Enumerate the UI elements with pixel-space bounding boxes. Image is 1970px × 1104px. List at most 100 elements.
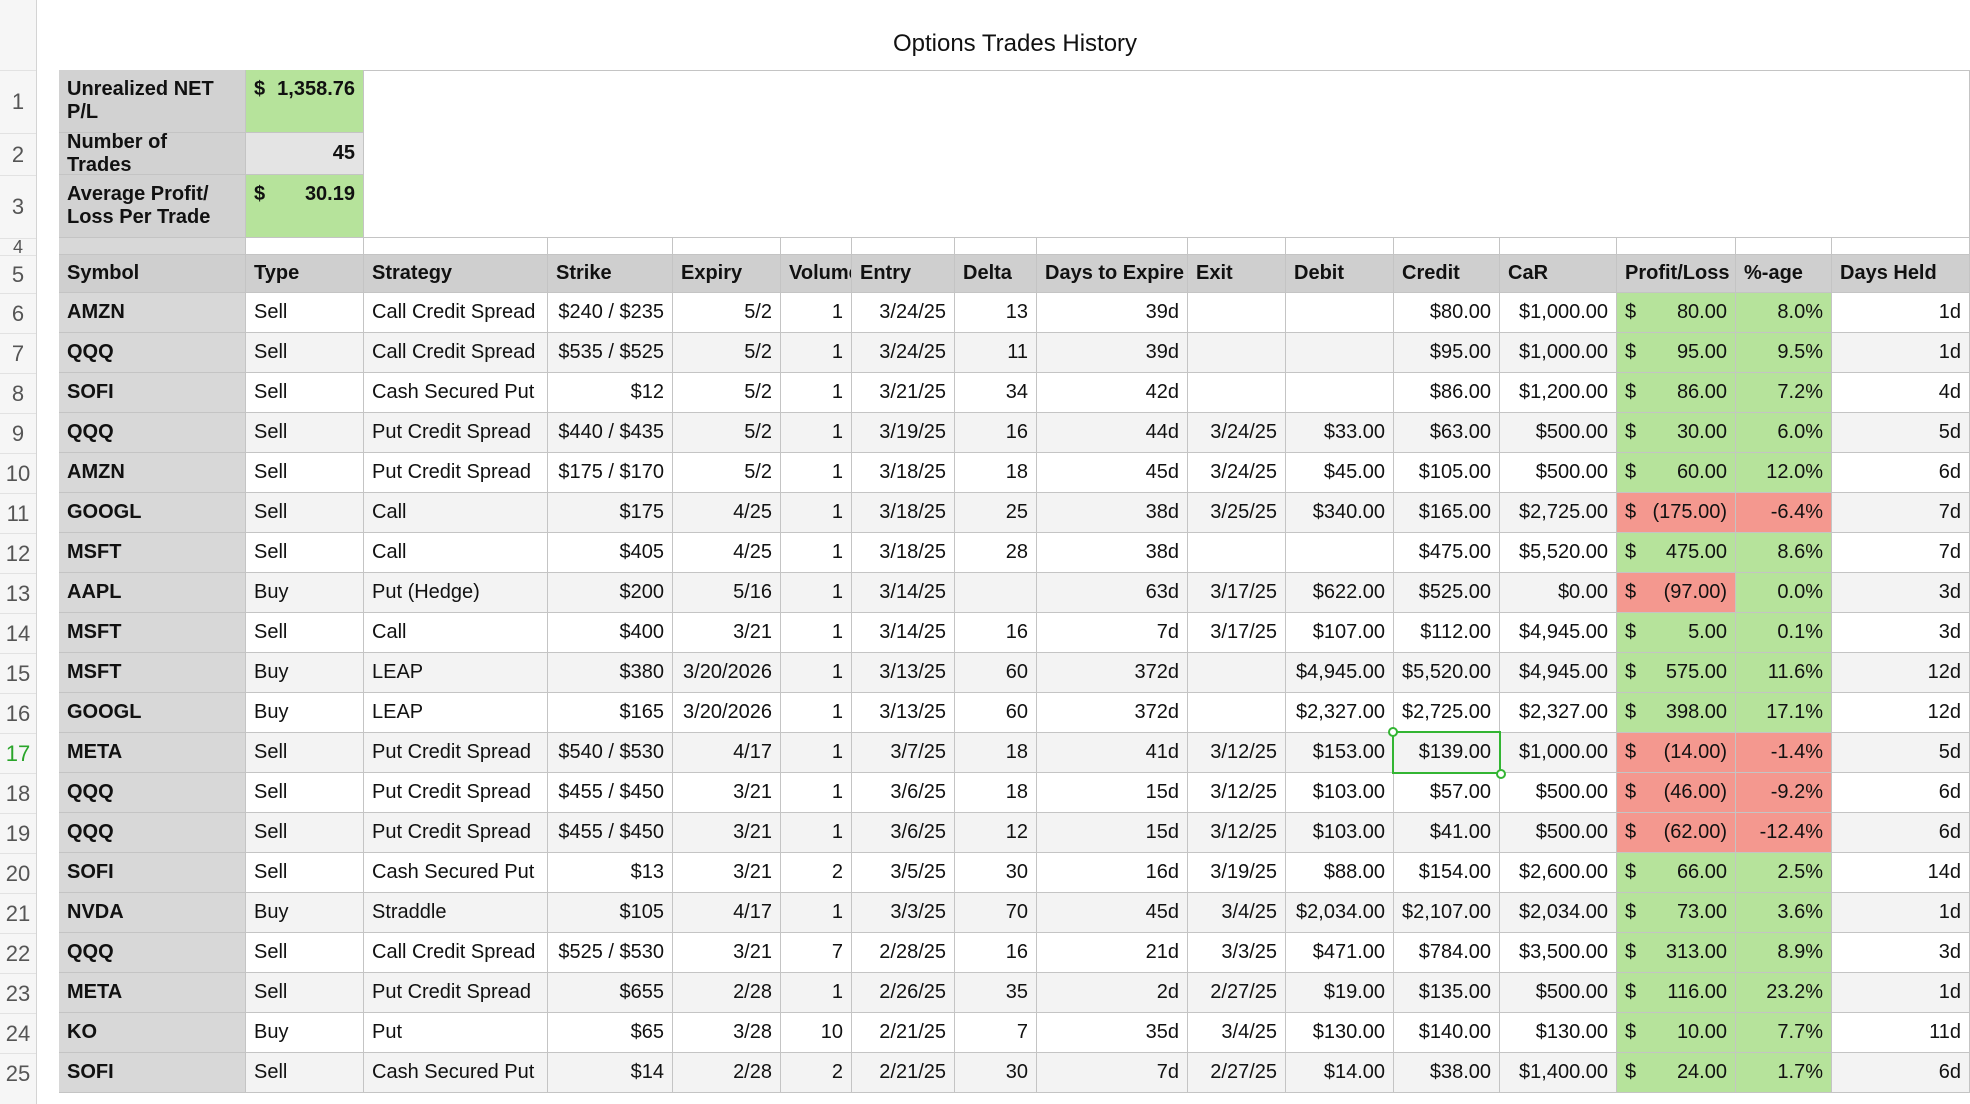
table-cell[interactable]: $4,945.00: [1500, 613, 1617, 653]
summary-label[interactable]: Number of Trades: [59, 133, 246, 175]
table-cell[interactable]: [1188, 333, 1286, 373]
table-cell[interactable]: 372d: [1037, 693, 1188, 733]
symbol-cell[interactable]: MSFT: [59, 533, 246, 573]
symbol-cell[interactable]: AAPL: [59, 573, 246, 613]
table-cell[interactable]: $88.00: [1286, 853, 1394, 893]
table-cell[interactable]: 4/25: [673, 493, 781, 533]
table-cell[interactable]: $45.00: [1286, 453, 1394, 493]
table-cell[interactable]: 2/21/25: [852, 1013, 955, 1053]
table-cell[interactable]: $63.00: [1394, 413, 1500, 453]
table-cell[interactable]: $19.00: [1286, 973, 1394, 1013]
summary-value[interactable]: $30.19: [246, 175, 364, 238]
table-cell[interactable]: Put (Hedge): [364, 573, 548, 613]
spacer-cell[interactable]: [1394, 238, 1500, 255]
table-cell[interactable]: 6d: [1832, 813, 1970, 853]
table-cell[interactable]: 1: [781, 773, 852, 813]
table-cell[interactable]: 6d: [1832, 1053, 1970, 1093]
table-cell[interactable]: Call Credit Spread: [364, 933, 548, 973]
table-cell[interactable]: 3/24/25: [1188, 413, 1286, 453]
row-number[interactable]: 21: [0, 893, 36, 933]
table-cell[interactable]: Sell: [246, 973, 364, 1013]
table-cell[interactable]: 60: [955, 653, 1037, 693]
table-cell[interactable]: Call: [364, 533, 548, 573]
table-cell[interactable]: 7: [781, 933, 852, 973]
percentage-cell[interactable]: 7.7%: [1736, 1013, 1832, 1053]
table-cell[interactable]: 21d: [1037, 933, 1188, 973]
table-cell[interactable]: 30: [955, 1053, 1037, 1093]
table-cell[interactable]: 30: [955, 853, 1037, 893]
table-cell[interactable]: $165.00: [1394, 493, 1500, 533]
row-number[interactable]: 17: [0, 733, 36, 773]
column-header[interactable]: CaR: [1500, 255, 1617, 293]
row-number[interactable]: 23: [0, 973, 36, 1013]
symbol-cell[interactable]: META: [59, 973, 246, 1013]
table-cell[interactable]: 3/18/25: [852, 453, 955, 493]
table-cell[interactable]: $1,400.00: [1500, 1053, 1617, 1093]
symbol-cell[interactable]: MSFT: [59, 653, 246, 693]
table-cell[interactable]: 1: [781, 533, 852, 573]
table-cell[interactable]: 16: [955, 933, 1037, 973]
symbol-cell[interactable]: SOFI: [59, 373, 246, 413]
table-cell[interactable]: 4/25: [673, 533, 781, 573]
profit-loss-cell[interactable]: $ (14.00): [1617, 733, 1736, 773]
table-cell[interactable]: [1188, 373, 1286, 413]
table-cell[interactable]: $400: [548, 613, 673, 653]
table-cell[interactable]: 3/21/25: [852, 373, 955, 413]
table-cell[interactable]: Buy: [246, 1013, 364, 1053]
table-cell[interactable]: 1: [781, 973, 852, 1013]
table-cell[interactable]: 1d: [1832, 893, 1970, 933]
table-cell[interactable]: $540 / $530: [548, 733, 673, 773]
table-cell[interactable]: 3/21: [673, 933, 781, 973]
percentage-cell[interactable]: 8.6%: [1736, 533, 1832, 573]
table-cell[interactable]: 3/12/25: [1188, 813, 1286, 853]
table-cell[interactable]: 5/16: [673, 573, 781, 613]
table-cell[interactable]: 5/2: [673, 413, 781, 453]
row-number[interactable]: 15: [0, 653, 36, 693]
table-cell[interactable]: $471.00: [1286, 933, 1394, 973]
column-header[interactable]: Debit: [1286, 255, 1394, 293]
table-cell[interactable]: 35d: [1037, 1013, 1188, 1053]
column-header[interactable]: Strike: [548, 255, 673, 293]
row-number[interactable]: 16: [0, 693, 36, 733]
table-cell[interactable]: [1286, 333, 1394, 373]
percentage-cell[interactable]: 12.0%: [1736, 453, 1832, 493]
table-cell[interactable]: Cash Secured Put: [364, 1053, 548, 1093]
table-cell[interactable]: 28: [955, 533, 1037, 573]
summary-label[interactable]: Average Profit/ Loss Per Trade: [59, 175, 246, 238]
row-number[interactable]: 1: [0, 70, 36, 133]
table-cell[interactable]: 18: [955, 453, 1037, 493]
table-cell[interactable]: $86.00: [1394, 373, 1500, 413]
summary-label[interactable]: Unrealized NET P/L: [59, 70, 246, 133]
percentage-cell[interactable]: 1.7%: [1736, 1053, 1832, 1093]
table-cell[interactable]: Buy: [246, 693, 364, 733]
table-cell[interactable]: 15d: [1037, 813, 1188, 853]
table-cell[interactable]: 3/17/25: [1188, 573, 1286, 613]
percentage-cell[interactable]: 11.6%: [1736, 653, 1832, 693]
row-number[interactable]: 8: [0, 373, 36, 413]
table-cell[interactable]: $80.00: [1394, 293, 1500, 333]
profit-loss-cell[interactable]: $95.00: [1617, 333, 1736, 373]
table-cell[interactable]: Cash Secured Put: [364, 853, 548, 893]
table-cell[interactable]: $105.00: [1394, 453, 1500, 493]
table-cell[interactable]: 18: [955, 733, 1037, 773]
profit-loss-cell[interactable]: $ (62.00): [1617, 813, 1736, 853]
table-cell[interactable]: 3/24/25: [852, 333, 955, 373]
table-cell[interactable]: 39d: [1037, 293, 1188, 333]
profit-loss-cell[interactable]: $ (97.00): [1617, 573, 1736, 613]
column-header[interactable]: Days to Expire: [1037, 255, 1188, 293]
table-cell[interactable]: 3/3/25: [852, 893, 955, 933]
row-number[interactable]: 2: [0, 133, 36, 175]
symbol-cell[interactable]: QQQ: [59, 813, 246, 853]
percentage-cell[interactable]: 3.6%: [1736, 893, 1832, 933]
percentage-cell[interactable]: 7.2%: [1736, 373, 1832, 413]
corner-cell[interactable]: [0, 0, 36, 70]
table-cell[interactable]: Sell: [246, 1053, 364, 1093]
table-cell[interactable]: $0.00: [1500, 573, 1617, 613]
table-cell[interactable]: 38d: [1037, 493, 1188, 533]
table-cell[interactable]: $1,200.00: [1500, 373, 1617, 413]
table-cell[interactable]: $525.00: [1394, 573, 1500, 613]
table-cell[interactable]: 3/20/2026: [673, 693, 781, 733]
table-cell[interactable]: $103.00: [1286, 773, 1394, 813]
table-cell[interactable]: $3,500.00: [1500, 933, 1617, 973]
table-cell[interactable]: $4,945.00: [1286, 653, 1394, 693]
